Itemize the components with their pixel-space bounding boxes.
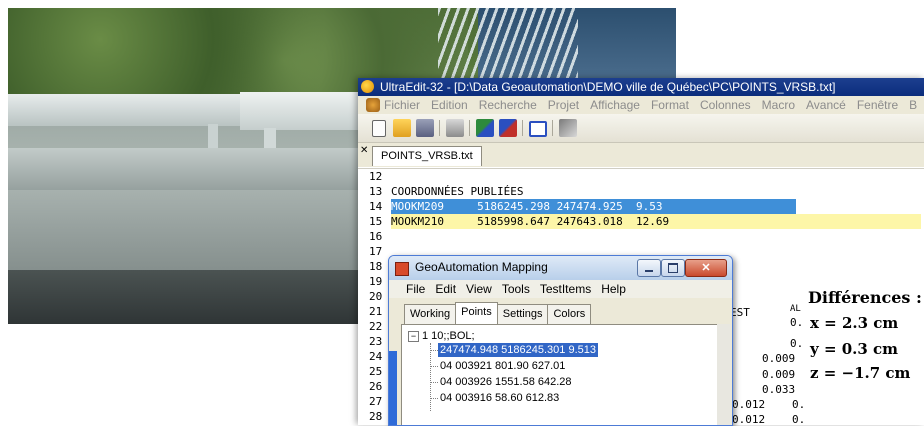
toolbar-separator — [469, 120, 470, 136]
tree-root-node[interactable]: 1 10;;BOL; — [422, 329, 475, 343]
menu-recherche[interactable]: Recherche — [479, 96, 537, 114]
ultraedit-titlebar[interactable]: UltraEdit-32 - [D:\Data Geoautomation\DE… — [358, 78, 924, 96]
geoautomation-tabs: Working Points Settings Colors — [404, 302, 592, 324]
tab-working[interactable]: Working — [404, 304, 457, 324]
left-panel-edge — [389, 351, 397, 425]
tree-connector — [430, 366, 438, 367]
menu-affichage[interactable]: Affichage — [590, 96, 640, 114]
value-fragment: 0.009 — [762, 352, 796, 365]
column-header-al: AL — [790, 304, 801, 314]
tree-connector — [430, 343, 431, 411]
menu-projet[interactable]: Projet — [548, 96, 579, 114]
menu-format[interactable]: Format — [651, 96, 689, 114]
close-icon: ✕ — [701, 262, 711, 274]
minimize-button[interactable] — [637, 259, 661, 277]
tree-connector — [430, 382, 438, 383]
maximize-icon — [668, 263, 678, 273]
tools-icon[interactable] — [559, 119, 577, 137]
tree-connector — [430, 398, 438, 399]
collapse-icon[interactable]: − — [408, 331, 419, 342]
guard-rail-left — [8, 94, 240, 126]
points-tree[interactable]: − 1 10;;BOL; 247474.948 5186245.301 9.51… — [401, 324, 718, 425]
code-line-current: 15 MOOKM210 5185998.647 247643.018 12.69 — [358, 214, 924, 229]
code-line-selected: 14 MOOKM209 5186245.298 247474.925 9.53 — [358, 199, 924, 214]
menu-macro[interactable]: Macro — [762, 96, 795, 114]
menu-help[interactable]: Help — [601, 280, 626, 298]
tree-node[interactable]: 04 003921 801.90 627.01 — [440, 359, 565, 373]
toolbar-separator — [439, 120, 440, 136]
value-fragment: 0.012 — [732, 413, 766, 426]
tree-node[interactable]: 04 003926 1551.58 642.28 — [440, 375, 572, 389]
toolbar-separator — [552, 120, 553, 136]
menu-fenetre[interactable]: Fenêtre — [857, 96, 898, 114]
menu-avance[interactable]: Avancé — [806, 96, 846, 114]
road-shadow — [8, 270, 368, 324]
code-line: 13 COORDONNÉES PUBLIÉES — [369, 185, 524, 198]
geoautomation-window: GeoAutomation Mapping ✕ File Edit View T… — [388, 255, 733, 426]
differences-title: Différences : — [808, 288, 922, 307]
tree-connector — [430, 350, 438, 351]
tree-scrollbar[interactable] — [717, 324, 731, 425]
close-button[interactable]: ✕ — [685, 259, 727, 277]
unwrap-tool-icon[interactable] — [499, 119, 517, 137]
tab-points[interactable]: Points — [455, 302, 498, 324]
value-fragment: 0. — [790, 337, 804, 350]
open-folder-icon[interactable] — [393, 119, 411, 137]
maximize-button[interactable] — [661, 259, 685, 277]
tab-points-vrsb[interactable]: POINTS_VRSB.txt — [372, 146, 482, 166]
ultraedit-menubar: Fichier Edition Recherche Projet Afficha… — [358, 96, 924, 114]
code-line: 16 — [369, 230, 383, 243]
ultraedit-toolbar — [358, 114, 924, 143]
code-line: 12 — [369, 170, 383, 183]
menu-tools[interactable]: Tools — [502, 280, 530, 298]
menu-colonnes[interactable]: Colonnes — [700, 96, 751, 114]
difference-y: y = 0.3 cm — [810, 340, 899, 358]
menu-testitems[interactable]: TestItems — [540, 280, 591, 298]
toolbar-separator — [522, 120, 523, 136]
value-fragment: 0.033 — [762, 383, 796, 396]
menu-edition[interactable]: Edition — [431, 96, 468, 114]
concrete-wall — [8, 148, 368, 190]
new-file-icon[interactable] — [372, 120, 386, 137]
print-icon[interactable] — [446, 119, 464, 137]
value-fragment: 0.009 — [762, 368, 796, 381]
document-menu-icon[interactable] — [366, 98, 380, 112]
tab-settings[interactable]: Settings — [496, 304, 549, 324]
menu-edit[interactable]: Edit — [435, 280, 456, 298]
menu-fichier[interactable]: Fichier — [384, 96, 420, 114]
window-icon[interactable] — [529, 121, 547, 137]
tree-node-selected[interactable]: 247474.948 5186245.301 9.513 — [438, 343, 598, 357]
menu-cut-off[interactable]: B — [909, 96, 917, 114]
value-fragment: 0. — [792, 413, 806, 426]
geoautomation-menubar: File Edit View Tools TestItems Help — [389, 280, 732, 298]
ultraedit-title: UltraEdit-32 - [D:\Data Geoautomation\DE… — [380, 80, 836, 94]
minimize-icon — [645, 270, 653, 272]
value-fragment: 0. — [792, 398, 806, 411]
bridge-railing — [438, 8, 578, 78]
save-icon[interactable] — [416, 119, 434, 137]
geoautomation-app-icon — [395, 262, 409, 276]
geoautomation-title: GeoAutomation Mapping — [415, 260, 548, 274]
value-fragment: 0.012 — [732, 398, 766, 411]
value-fragment: 0. — [790, 316, 804, 329]
ultraedit-app-icon — [361, 80, 374, 93]
ultraedit-tabbar: ✕ POINTS_VRSB.txt — [358, 143, 924, 167]
geoautomation-titlebar[interactable]: GeoAutomation Mapping ✕ — [389, 256, 732, 280]
tab-colors[interactable]: Colors — [547, 304, 592, 324]
difference-x: x = 2.3 cm — [810, 314, 899, 332]
menu-view[interactable]: View — [466, 280, 492, 298]
menu-file[interactable]: File — [406, 280, 425, 298]
close-tab-icon[interactable]: ✕ — [360, 145, 368, 156]
wrap-tool-icon[interactable] — [476, 119, 494, 137]
tree-node[interactable]: 04 003916 58.60 612.83 — [440, 391, 559, 405]
difference-z: z = −1.7 cm — [810, 364, 911, 382]
